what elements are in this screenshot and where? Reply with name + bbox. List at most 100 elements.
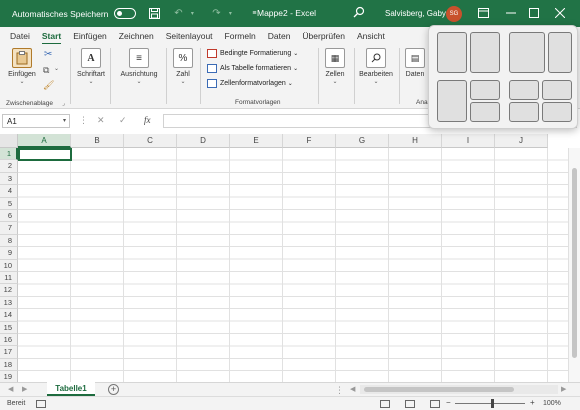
row-header-1[interactable]: 1 (0, 148, 18, 161)
column-header-d[interactable]: D (177, 134, 230, 148)
ribbon-display-icon[interactable] (476, 6, 490, 20)
add-sheet-button[interactable]: + (108, 384, 119, 395)
font-button[interactable]: A Schriftart ⌄ (73, 48, 109, 85)
column-header-f[interactable]: F (283, 134, 336, 148)
cell-styles-button[interactable]: Zellenformatvorlagen ⌄ (207, 79, 293, 88)
column-header-c[interactable]: C (124, 134, 177, 148)
tab-start[interactable]: Start (41, 31, 62, 45)
insert-function-icon[interactable]: fx (144, 115, 151, 125)
redo-dropdown-icon[interactable]: ▾ (224, 8, 236, 20)
column-header-h[interactable]: H (389, 134, 442, 148)
column-header-g[interactable]: G (336, 134, 389, 148)
row-header-3[interactable]: 3 (0, 172, 18, 186)
cells-area[interactable] (18, 148, 580, 382)
paste-button[interactable]: Einfügen ⌄ (4, 48, 40, 85)
column-header-j[interactable]: J (495, 134, 548, 148)
zoom-in-icon[interactable]: + (530, 398, 535, 407)
snap-zone-bottom-right[interactable] (542, 102, 572, 122)
snap-zone-left-large[interactable] (509, 32, 545, 73)
snap-zone-right-small[interactable] (548, 32, 572, 73)
horizontal-scrollbar[interactable] (360, 385, 558, 394)
alignment-button[interactable]: ≡ Ausrichtung ⌄ (116, 48, 162, 85)
column-header-e[interactable]: E (230, 134, 283, 148)
save-icon[interactable] (148, 8, 160, 20)
column-header-b[interactable]: B (71, 134, 124, 148)
zoom-slider[interactable] (455, 399, 525, 408)
row-header-2[interactable]: 2 (0, 160, 18, 173)
data-analysis-button[interactable]: ▤ Daten (400, 48, 430, 78)
horizontal-scroll-thumb[interactable] (364, 387, 514, 392)
tab-einfuegen[interactable]: Einfügen (73, 31, 107, 41)
tab-formeln[interactable]: Formeln (225, 31, 256, 41)
zoom-slider-thumb[interactable] (491, 399, 494, 408)
editing-button[interactable]: Bearbeiten ⌄ (356, 48, 396, 85)
close-icon[interactable] (553, 6, 567, 20)
snap-zone-right-half[interactable] (470, 32, 500, 73)
format-painter-icon[interactable]: 🖌 (43, 80, 54, 91)
vertical-scrollbar[interactable] (568, 148, 580, 382)
undo-icon[interactable]: ↶ (172, 8, 184, 20)
row-header-12[interactable]: 12 (0, 284, 18, 297)
row-header-15[interactable]: 15 (0, 321, 18, 334)
column-header-a[interactable]: A (18, 134, 71, 148)
copy-icon[interactable]: ⧉ (43, 65, 49, 76)
accessibility-icon[interactable] (36, 400, 46, 408)
tab-zeichnen[interactable]: Zeichnen (119, 31, 154, 41)
undo-dropdown-icon[interactable]: ▾ (186, 8, 198, 20)
copy-dropdown-icon[interactable]: ⌄ (54, 65, 59, 72)
snap-zone-left-half[interactable] (437, 32, 467, 73)
active-cell[interactable] (18, 148, 72, 161)
row-header-4[interactable]: 4 (0, 185, 18, 198)
dialog-launcher-icon[interactable]: ⌟ (62, 100, 65, 107)
cancel-icon[interactable]: ✕ (97, 115, 105, 126)
format-as-table-button[interactable]: Als Tabelle formatieren ⌄ (207, 64, 298, 73)
row-header-10[interactable]: 10 (0, 259, 18, 272)
row-header-16[interactable]: 16 (0, 334, 18, 347)
scroll-right-icon[interactable]: ▶ (561, 385, 566, 393)
row-header-18[interactable]: 18 (0, 358, 18, 372)
snap-zone-top-right[interactable] (542, 80, 572, 100)
vertical-scroll-thumb[interactable] (572, 168, 577, 358)
zoom-out-icon[interactable]: − (446, 398, 451, 407)
minimize-icon[interactable] (504, 6, 518, 20)
sheet-next-icon[interactable]: ▶ (22, 385, 27, 393)
tab-seitenlayout[interactable]: Seitenlayout (166, 31, 213, 41)
normal-view-icon[interactable] (380, 400, 390, 408)
tab-ansicht[interactable]: Ansicht (357, 31, 385, 41)
snap-zone-right-top[interactable] (470, 80, 500, 100)
page-break-view-icon[interactable] (430, 400, 440, 408)
autosave-toggle[interactable] (114, 8, 137, 19)
maximize-icon[interactable] (527, 6, 541, 20)
row-header-19[interactable]: 19 (0, 371, 18, 382)
page-layout-view-icon[interactable] (405, 400, 415, 408)
tab-ueberpruefen[interactable]: Überprüfen (302, 31, 345, 41)
sheet-prev-icon[interactable]: ◀ (8, 385, 13, 393)
tab-datei[interactable]: Datei (10, 31, 30, 41)
row-header-9[interactable]: 9 (0, 247, 18, 260)
row-header-8[interactable]: 8 (0, 234, 18, 248)
row-header-11[interactable]: 11 (0, 272, 18, 285)
row-header-6[interactable]: 6 (0, 210, 18, 223)
row-header-13[interactable]: 13 (0, 296, 18, 310)
snap-zone-bottom-left[interactable] (509, 102, 539, 122)
zoom-level[interactable]: 100% (543, 400, 561, 407)
select-all-corner[interactable] (0, 134, 18, 148)
scroll-left-icon[interactable]: ◀ (350, 385, 355, 393)
snap-zone-top-left[interactable] (509, 80, 539, 100)
avatar[interactable]: SG (446, 6, 462, 22)
row-header-14[interactable]: 14 (0, 309, 18, 322)
conditional-formatting-button[interactable]: Bedingte Formatierung ⌄ (207, 49, 298, 58)
row-header-17[interactable]: 17 (0, 346, 18, 359)
tab-daten[interactable]: Daten (268, 31, 291, 41)
cells-button[interactable]: ▦ Zellen ⌄ (317, 48, 353, 85)
cut-icon[interactable]: ✂ (44, 49, 52, 60)
tab-split-handle-icon[interactable]: ⋮ (335, 385, 344, 396)
row-header-7[interactable]: 7 (0, 222, 18, 235)
search-icon[interactable] (353, 6, 365, 20)
name-box[interactable]: A1 ▾ (2, 114, 70, 128)
number-button[interactable]: % Zahl ⌄ (165, 48, 201, 85)
row-header-5[interactable]: 5 (0, 197, 18, 210)
column-header-i[interactable]: I (442, 134, 495, 148)
snap-zone-right-bottom[interactable] (470, 102, 500, 122)
sheet-tab-tabelle1[interactable]: Tabelle1 (47, 382, 95, 396)
